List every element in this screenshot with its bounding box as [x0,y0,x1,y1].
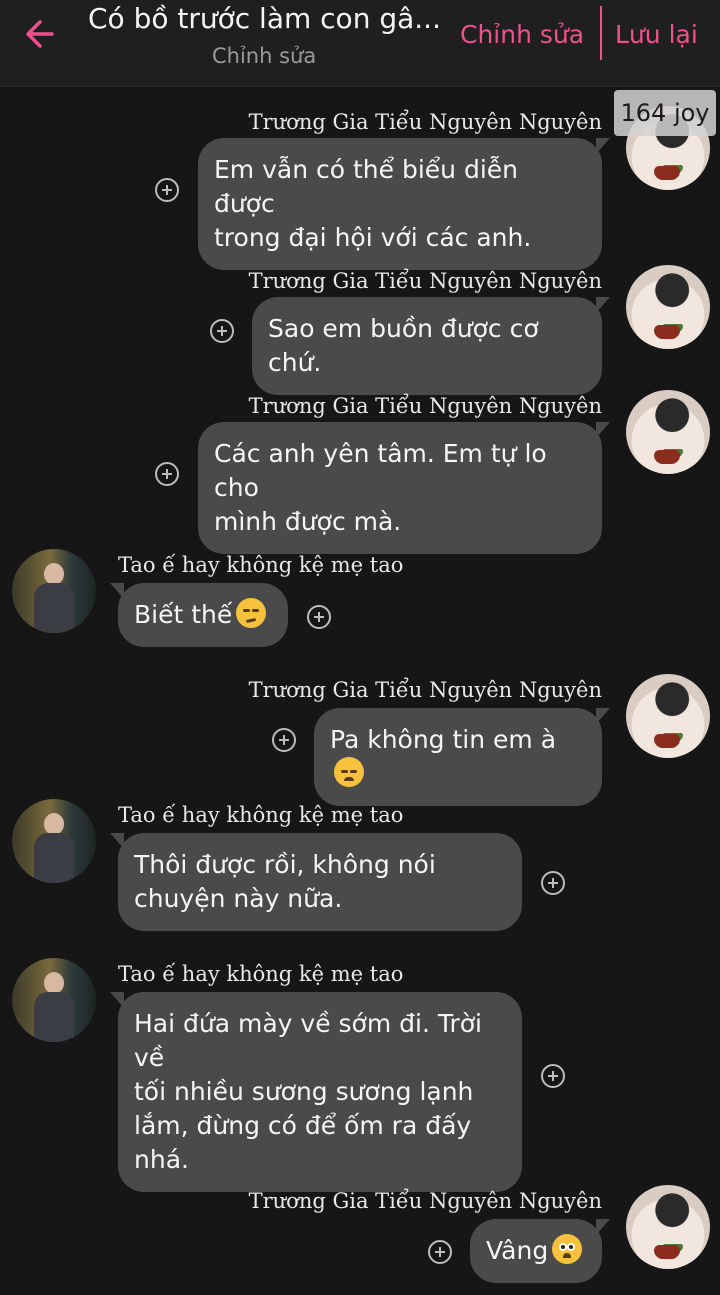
avatar[interactable] [626,1185,710,1269]
message-line: chuyện này nữa. [134,884,343,913]
message-text: Vâng [486,1236,549,1265]
app-header: Có bồ trước làm con gâ... Chỉnh sửa Chỉn… [0,0,720,87]
add-reaction-icon[interactable] [154,177,180,203]
pleading-face-icon [552,1234,583,1264]
sender-name: Trương Gia Tiểu Nguyên Nguyên [248,110,602,134]
sender-name: Trương Gia Tiểu Nguyên Nguyên [248,269,602,293]
message-bubble[interactable]: Hai đứa mày về sớm đi. Trời về tối nhiều… [110,992,522,1192]
avatar[interactable] [626,674,710,758]
points-badge: 164 joy [614,90,716,136]
unamused-face-icon [236,598,267,628]
save-button[interactable]: Lưu lại [615,20,698,49]
message-bubble[interactable]: Sao em buồn được cơ chứ. [252,297,610,395]
add-reaction-icon[interactable] [540,1063,566,1089]
sender-name: Trương Gia Tiểu Nguyên Nguyên [248,394,602,418]
edit-button[interactable]: Chỉnh sửa [460,20,584,49]
message-line: Thôi được rồi, không nói [134,850,436,879]
message-text: Sao em buồn được cơ chứ. [268,314,539,377]
sender-name: Trương Gia Tiểu Nguyên Nguyên [248,678,602,702]
message-text: Biết thế [134,600,233,629]
message-line: Hai đứa mày về sớm đi. Trời về [134,1009,482,1072]
message-bubble[interactable]: Vâng [470,1219,610,1283]
sender-name: Tao ế hay không kệ mẹ tao [118,962,404,986]
add-reaction-icon[interactable] [306,604,332,630]
message-line: trong đại hội với các anh. [214,223,532,252]
message-line: tối nhiều sương sương lạnh [134,1077,474,1106]
message-list[interactable]: Trương Gia Tiểu Nguyên Nguyên Em vẫn có … [0,86,720,1295]
add-reaction-icon[interactable] [154,461,180,487]
disappointed-face-icon [334,757,364,787]
chat-title: Có bồ trước làm con gâ... [88,2,441,35]
message-bubble[interactable]: Em vẫn có thể biểu diễn được trong đại h… [198,138,610,270]
add-reaction-icon[interactable] [540,870,566,896]
message-bubble[interactable]: Pa không tin em à [314,708,610,806]
add-reaction-icon[interactable] [209,318,235,344]
sender-name: Tao ế hay không kệ mẹ tao [118,553,404,577]
header-divider [600,6,602,60]
avatar[interactable] [626,265,710,349]
message-bubble[interactable]: Biết thế [110,583,288,647]
avatar[interactable] [12,549,96,633]
avatar[interactable] [626,390,710,474]
message-line: Em vẫn có thể biểu diễn được [214,155,518,218]
chat-subtitle: Chỉnh sửa [212,44,317,68]
message-line: Các anh yên tâm. Em tự lo cho [214,439,547,502]
add-reaction-icon[interactable] [427,1239,453,1265]
message-bubble[interactable]: Các anh yên tâm. Em tự lo cho mình được … [198,422,610,554]
add-reaction-icon[interactable] [271,727,297,753]
sender-name: Trương Gia Tiểu Nguyên Nguyên [248,1189,602,1213]
message-text: Pa không tin em à [330,725,557,754]
avatar[interactable] [12,799,96,883]
message-line: nhá. [134,1145,189,1174]
message-line: mình được mà. [214,507,402,536]
avatar[interactable] [12,958,96,1042]
message-bubble[interactable]: Thôi được rồi, không nói chuyện này nữa. [110,833,522,931]
back-arrow-icon[interactable] [22,14,62,54]
message-line: lắm, đừng có để ốm ra đấy [134,1111,472,1140]
sender-name: Tao ế hay không kệ mẹ tao [118,803,404,827]
